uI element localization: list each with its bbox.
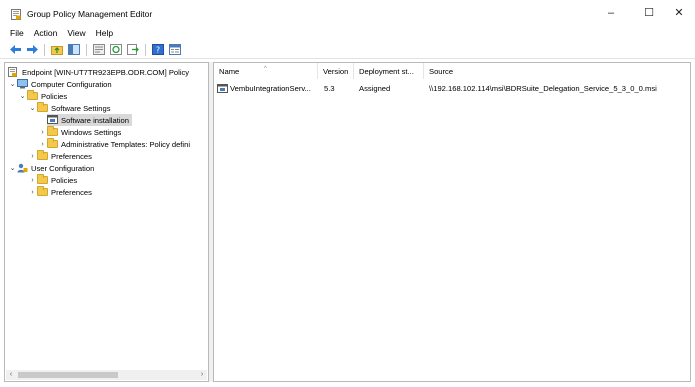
column-label: Name bbox=[219, 67, 240, 76]
tree-label: Computer Configuration bbox=[31, 79, 112, 89]
tree-label: User Configuration bbox=[31, 163, 95, 173]
toolbar-separator bbox=[145, 43, 146, 56]
user-icon bbox=[17, 163, 28, 173]
cell-source: \\192.168.102.114\msi\BDRSuite_Delegatio… bbox=[429, 84, 657, 93]
tree-item-windows-settings[interactable]: › Windows Settings bbox=[38, 126, 121, 138]
column-header-name[interactable]: Name ^ bbox=[214, 63, 318, 79]
properties-icon[interactable] bbox=[92, 43, 106, 57]
folder-icon bbox=[37, 150, 48, 161]
scroll-left-icon[interactable]: ‹ bbox=[6, 370, 16, 380]
tree-item-user-preferences[interactable]: › Preferences bbox=[28, 186, 92, 198]
menu-bar: File Action View Help bbox=[0, 26, 695, 41]
tree-label: Preferences bbox=[51, 151, 92, 161]
chevron-right-icon[interactable]: › bbox=[28, 153, 37, 160]
menu-action[interactable]: Action bbox=[29, 26, 63, 41]
cell-version: 5.3 bbox=[324, 84, 335, 93]
software-installation-icon bbox=[47, 115, 58, 125]
folder-icon bbox=[37, 174, 48, 185]
view-icon[interactable] bbox=[168, 43, 182, 57]
folder-icon bbox=[47, 138, 58, 149]
tree-item-root[interactable]: Endpoint [WIN-UT7TR923EPB.ODR.COM] Polic… bbox=[8, 66, 189, 78]
column-label: Source bbox=[429, 67, 454, 76]
horizontal-scrollbar[interactable]: ‹ › bbox=[6, 370, 207, 380]
details-list[interactable]: Name ^ Version Deployment st... Source V… bbox=[213, 62, 691, 382]
column-label: Deployment st... bbox=[359, 67, 414, 76]
column-header-version[interactable]: Version bbox=[318, 63, 354, 79]
folder-icon bbox=[27, 90, 38, 101]
policy-document-icon bbox=[8, 67, 19, 77]
tree-item-software-installation[interactable]: Software installation bbox=[47, 114, 132, 126]
menu-file[interactable]: File bbox=[5, 26, 29, 41]
scrollbar-thumb[interactable] bbox=[18, 372, 118, 378]
column-header-source[interactable]: Source bbox=[424, 63, 682, 79]
title-bar: Group Policy Management Editor – ☐ ✕ bbox=[0, 0, 695, 26]
chevron-right-icon[interactable]: › bbox=[28, 177, 37, 184]
tree-label: Administrative Templates: Policy defini bbox=[61, 139, 191, 149]
window-title: Group Policy Management Editor bbox=[27, 9, 153, 19]
show-tree-icon[interactable] bbox=[67, 43, 81, 57]
tree-item-user-policies[interactable]: › Policies bbox=[28, 174, 77, 186]
tree-item-preferences[interactable]: › Preferences bbox=[28, 150, 92, 162]
folder-icon bbox=[37, 186, 48, 197]
chevron-right-icon[interactable]: › bbox=[38, 129, 47, 136]
svg-text:?: ? bbox=[156, 46, 160, 55]
maximize-button[interactable]: ☐ bbox=[634, 4, 664, 22]
toolbar-separator bbox=[86, 43, 87, 56]
toolbar-separator bbox=[44, 43, 45, 56]
close-button[interactable]: ✕ bbox=[664, 4, 694, 22]
chevron-right-icon[interactable]: › bbox=[38, 141, 47, 148]
chevron-right-icon[interactable]: › bbox=[28, 189, 37, 196]
tree-label: Endpoint [WIN-UT7TR923EPB.ODR.COM] Polic… bbox=[22, 67, 190, 77]
tree-label: Preferences bbox=[51, 187, 92, 197]
help-icon[interactable]: ? bbox=[151, 43, 165, 57]
refresh-icon[interactable] bbox=[109, 43, 123, 57]
computer-icon bbox=[17, 79, 28, 89]
tree-label: Software installation bbox=[61, 115, 129, 125]
folder-icon bbox=[47, 126, 58, 137]
menu-help[interactable]: Help bbox=[91, 26, 118, 41]
console-tree[interactable]: Endpoint [WIN-UT7TR923EPB.ODR.COM] Polic… bbox=[4, 62, 209, 382]
forward-icon[interactable] bbox=[25, 43, 39, 57]
menu-view[interactable]: View bbox=[62, 26, 90, 41]
cell-deployment-state: Assigned bbox=[359, 84, 391, 93]
tree-item-policies[interactable]: ⌄ Policies bbox=[18, 90, 67, 102]
chevron-down-icon[interactable]: ⌄ bbox=[8, 164, 17, 172]
tree-label: Software Settings bbox=[51, 103, 111, 113]
up-folder-icon[interactable] bbox=[50, 43, 64, 57]
chevron-down-icon[interactable]: ⌄ bbox=[18, 92, 27, 100]
scroll-right-icon[interactable]: › bbox=[197, 370, 207, 380]
export-icon[interactable] bbox=[126, 43, 140, 57]
tree-item-computer-configuration[interactable]: ⌄ Computer Configuration bbox=[8, 78, 112, 90]
group-policy-icon bbox=[11, 9, 21, 20]
cell-name: VembuIntegrationServ... bbox=[217, 82, 319, 95]
column-header-deployment-state[interactable]: Deployment st... bbox=[354, 63, 424, 79]
tree-item-user-configuration[interactable]: ⌄ User Configuration bbox=[8, 162, 94, 174]
chevron-down-icon[interactable]: ⌄ bbox=[8, 80, 17, 88]
tree-item-software-settings[interactable]: ⌄ Software Settings bbox=[28, 102, 111, 114]
table-row[interactable]: VembuIntegrationServ... 5.3 Assigned \\1… bbox=[215, 82, 685, 95]
tree-label: Policies bbox=[41, 91, 68, 101]
tree-label: Windows Settings bbox=[61, 127, 122, 137]
minimize-button[interactable]: – bbox=[596, 4, 626, 22]
package-icon bbox=[217, 83, 228, 93]
toolbar: ? bbox=[0, 41, 695, 59]
tree-label: Policies bbox=[51, 175, 78, 185]
package-name: VembuIntegrationServ... bbox=[230, 84, 311, 93]
tree-item-administrative-templates[interactable]: › Administrative Templates: Policy defin… bbox=[38, 138, 190, 150]
folder-icon bbox=[37, 102, 48, 113]
back-icon[interactable] bbox=[8, 43, 22, 57]
column-label: Version bbox=[323, 67, 349, 76]
sort-ascending-icon: ^ bbox=[264, 66, 267, 72]
chevron-down-icon[interactable]: ⌄ bbox=[28, 104, 37, 112]
